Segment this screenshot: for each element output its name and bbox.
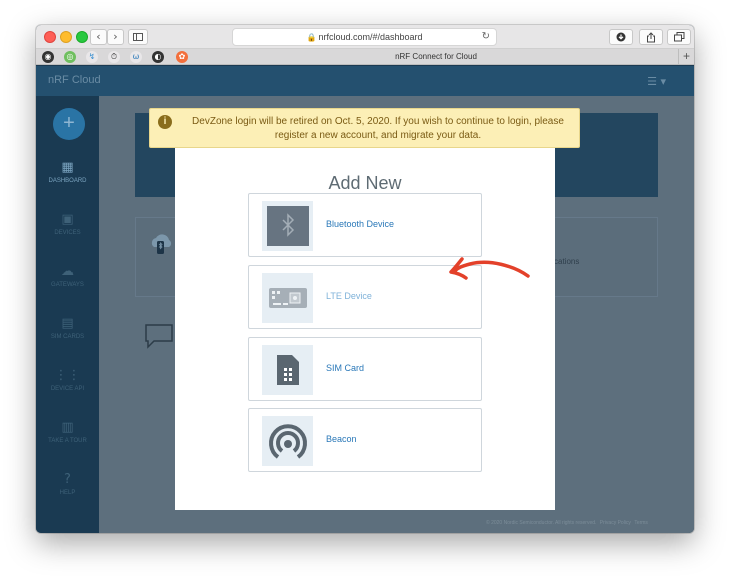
favorite-7-icon[interactable]: ✿ xyxy=(176,51,188,63)
option-bluetooth-device[interactable]: Bluetooth Device xyxy=(248,193,482,257)
favorite-6-icon[interactable]: ◐ xyxy=(152,51,164,63)
option-lte-device[interactable]: LTE Device xyxy=(248,265,482,329)
favorite-4-icon[interactable]: ⏱ xyxy=(108,51,120,63)
copyright-text: © 2020 Nordic Semiconductor. All rights … xyxy=(486,520,597,526)
card-text: cations xyxy=(554,257,580,266)
favorite-5-icon[interactable]: ω xyxy=(130,51,142,63)
annotation-arrow-icon xyxy=(449,257,530,280)
sidebar-item-label: DEVICES xyxy=(54,230,81,236)
app-header: nRF Cloud ☰ ▾ xyxy=(36,66,694,96)
map-icon: ▥ xyxy=(61,420,74,435)
sidebar-item-sim-cards[interactable]: ▤ SIM CARDS xyxy=(36,316,99,340)
zoom-window-button[interactable] xyxy=(76,31,88,43)
favorite-1-icon[interactable]: ◉ xyxy=(42,51,54,63)
tabs-overview-button[interactable] xyxy=(667,29,691,45)
back-button[interactable]: ‹ xyxy=(90,29,107,45)
gateways-icon: ☁ xyxy=(61,264,74,279)
terms-link[interactable]: Terms xyxy=(634,520,648,526)
app-sidebar: + ▦ DASHBOARD ▣ DEVICES ☁ GATEWAYS ▤ SIM… xyxy=(36,96,99,533)
sidebar-item-label: GATEWAYS xyxy=(51,282,84,288)
sidebar-item-label: SIM CARDS xyxy=(50,334,85,340)
option-beacon[interactable]: Beacon xyxy=(248,408,482,472)
bluetooth-icon xyxy=(266,206,309,246)
sidebar-item-devices[interactable]: ▣ DEVICES xyxy=(36,212,99,236)
option-label: LTE Device xyxy=(326,291,372,301)
option-sim-card[interactable]: SIM Card xyxy=(248,337,482,401)
brand-logo[interactable]: nRF Cloud xyxy=(48,74,101,86)
tabs-icon xyxy=(673,32,684,42)
beacon-icon xyxy=(268,424,307,459)
option-label: SIM Card xyxy=(326,363,365,373)
add-new-modal: Add New Bluetooth Device LTE Device SIM … xyxy=(175,133,555,510)
sim-icon: ▤ xyxy=(61,316,74,331)
sidebar-toggle-icon xyxy=(133,33,143,41)
address-bar[interactable]: 🔒 nrfcloud.com/#/dashboard ↻ xyxy=(232,28,497,46)
dashboard-icon: ▦ xyxy=(61,160,74,175)
chat-icon xyxy=(145,324,173,349)
option-label: Beacon xyxy=(326,434,357,444)
info-icon: i xyxy=(158,115,172,129)
help-icon: ? xyxy=(64,472,71,487)
lock-icon: 🔒 xyxy=(306,33,317,42)
modal-title: Add New xyxy=(328,173,402,193)
tab-title[interactable]: nRF Connect for Cloud xyxy=(216,49,656,65)
page-footer: © 2020 Nordic Semiconductor. All rights … xyxy=(484,520,648,526)
menu-icon[interactable]: ☰ ▾ xyxy=(647,75,666,88)
devices-icon: ▣ xyxy=(61,212,74,227)
sidebar-toggle-button[interactable] xyxy=(128,29,148,45)
sidebar-item-device-api[interactable]: ⋮⋮ DEVICE API xyxy=(36,368,99,392)
privacy-policy-link[interactable]: Privacy Policy xyxy=(600,520,631,526)
share-icon xyxy=(647,32,655,43)
beacon-thumb xyxy=(262,416,313,466)
sidebar-item-label: TAKE A TOUR xyxy=(48,438,87,444)
close-window-button[interactable] xyxy=(44,31,56,43)
share-button[interactable] xyxy=(639,29,663,45)
url-text: nrfcloud.com/#/dashboard xyxy=(318,32,423,42)
sidebar-item-dashboard[interactable]: ▦ DASHBOARD xyxy=(36,160,99,184)
tab-bar: ◉ ◎ ↯ ⏱ ω ◐ ✿ nRF Connect for Cloud + xyxy=(36,49,694,65)
minimize-window-button[interactable] xyxy=(60,31,72,43)
browser-titlebar: ‹ › 🔒 nrfcloud.com/#/dashboard ↻ xyxy=(36,25,694,49)
favorite-2-icon[interactable]: ◎ xyxy=(64,51,76,63)
web-page: nRF Cloud ☰ ▾ + ▦ DASHBOARD ▣ DEVICES ☁ … xyxy=(36,66,694,533)
sim-thumb xyxy=(262,345,313,395)
download-icon xyxy=(616,32,626,42)
sidebar-item-label: HELP xyxy=(59,490,76,496)
bluetooth-thumb xyxy=(262,201,313,251)
downloads-button[interactable] xyxy=(609,29,633,45)
sidebar-item-gateways[interactable]: ☁ GATEWAYS xyxy=(36,264,99,288)
sidebar-item-help[interactable]: ? HELP xyxy=(36,472,99,496)
devzone-warning-banner: i DevZone login will be retired on Oct. … xyxy=(149,108,580,148)
sidebar-item-label: DASHBOARD xyxy=(48,178,87,184)
sim-card-icon xyxy=(276,355,299,385)
banner-message: DevZone login will be retired on Oct. 5,… xyxy=(192,116,564,141)
option-label: Bluetooth Device xyxy=(326,219,395,229)
reload-icon[interactable]: ↻ xyxy=(482,29,490,45)
lte-board-icon xyxy=(268,288,307,308)
forward-button[interactable]: › xyxy=(107,29,124,45)
favorite-3-icon[interactable]: ↯ xyxy=(86,51,98,63)
sidebar-item-take-a-tour[interactable]: ▥ TAKE A TOUR xyxy=(36,420,99,444)
new-tab-button[interactable]: + xyxy=(678,49,694,65)
sidebar-item-label: DEVICE API xyxy=(50,386,85,392)
lte-thumb xyxy=(262,273,313,323)
add-device-button[interactable]: + xyxy=(53,108,85,140)
browser-window: ‹ › 🔒 nrfcloud.com/#/dashboard ↻ ◉ ◎ ↯ ⏱ … xyxy=(36,25,694,533)
api-icon: ⋮⋮ xyxy=(54,368,81,383)
cloud-device-icon xyxy=(151,234,172,254)
